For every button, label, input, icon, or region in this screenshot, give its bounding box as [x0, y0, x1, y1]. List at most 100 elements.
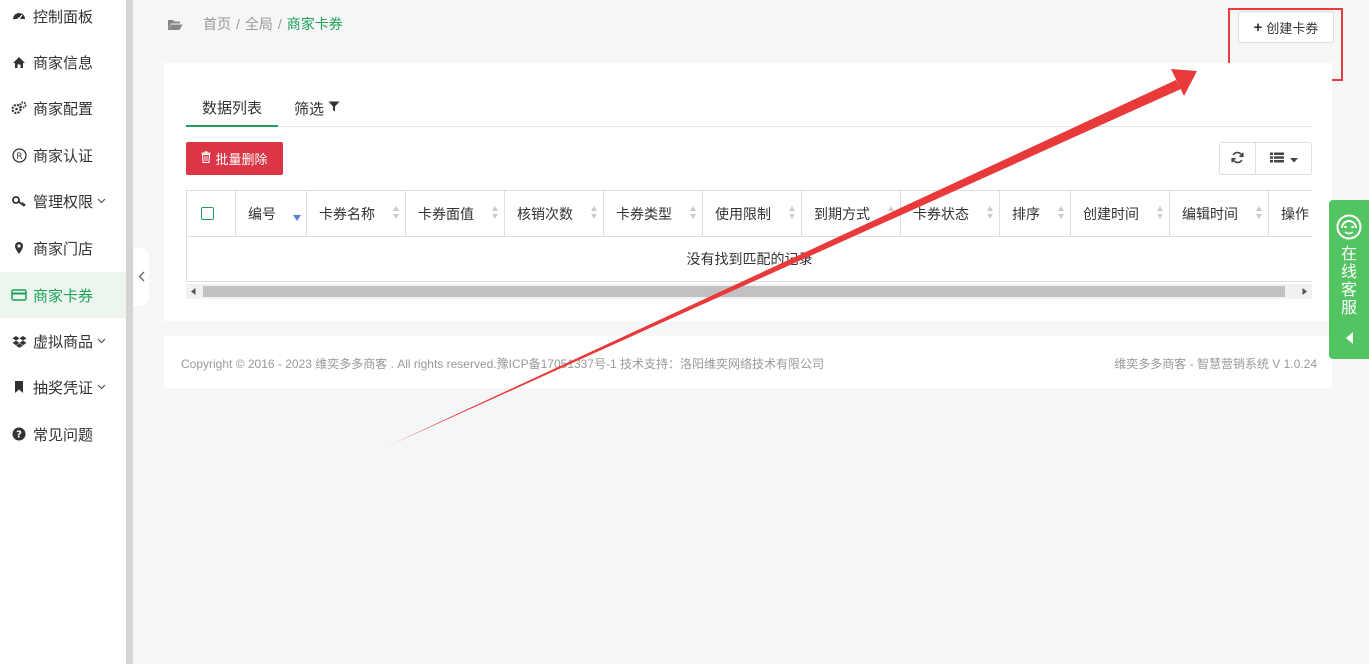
sidebar-item-label: 常见问题	[33, 426, 94, 444]
sort-icon	[591, 206, 598, 220]
column-header-status[interactable]: 卡券状态	[901, 191, 1000, 236]
batch-delete-label: 批量删除	[215, 152, 268, 167]
sidebar-item-lottery[interactable]: 抽奖凭证	[0, 365, 126, 409]
sort-desc-icon	[293, 206, 301, 221]
column-header-id[interactable]: 编号	[236, 191, 307, 236]
chevron-left-icon	[138, 270, 145, 285]
column-label: 编辑时间	[1182, 205, 1238, 222]
select-all-checkbox[interactable]	[201, 207, 214, 220]
collapse-left-icon	[1345, 332, 1353, 344]
batch-delete-button[interactable]: 批量删除	[186, 142, 283, 175]
sidebar-item-label: 商家配置	[33, 100, 94, 118]
sidebar-item-stores[interactable]: 商家门店	[0, 226, 126, 270]
columns-toggle-button[interactable]	[1256, 143, 1311, 174]
key-icon	[11, 193, 27, 209]
sidebar-item-label: 抽奖凭证	[33, 379, 94, 397]
column-header-created-at[interactable]: 创建时间	[1071, 191, 1170, 236]
scroll-left-icon[interactable]	[186, 284, 201, 299]
sidebar-item-coupons[interactable]: 商家卡券	[0, 272, 126, 318]
scroll-right-icon[interactable]	[1297, 284, 1312, 299]
column-header-sort-order[interactable]: 排序	[1000, 191, 1071, 236]
svg-text:?: ?	[16, 430, 22, 441]
sort-icon	[789, 206, 796, 220]
column-label: 卡券状态	[913, 205, 969, 222]
map-marker-icon	[11, 240, 27, 256]
chevron-down-icon	[97, 336, 106, 347]
refresh-icon	[1231, 151, 1244, 167]
breadcrumb: 首页 / 全局 / 商家卡券	[167, 14, 343, 34]
column-header-redeem-count[interactable]: 核销次数	[505, 191, 604, 236]
footer-copyright: Copyright © 2016 - 2023 维奕多多商客 . All rig…	[181, 357, 825, 371]
sidebar-item-label: 商家认证	[33, 147, 94, 165]
column-header-name[interactable]: 卡券名称	[307, 191, 406, 236]
customer-service-label: 在线客服	[1340, 246, 1357, 317]
dashboard-icon	[11, 8, 27, 24]
tab-bar: 数据列表 筛选	[186, 89, 1312, 127]
online-customer-service-button[interactable]: 在线客服	[1329, 200, 1369, 359]
sidebar-item-config[interactable]: 商家配置	[0, 86, 126, 130]
breadcrumb-current: 商家卡券	[286, 16, 343, 32]
sidebar-item-virtual-goods[interactable]: 虚拟商品	[0, 319, 126, 363]
sidebar-item-auth[interactable]: R 商家认证	[0, 133, 126, 177]
filter-icon	[328, 101, 340, 115]
tab-label: 筛选	[294, 100, 325, 118]
breadcrumb-home[interactable]: 首页	[203, 14, 231, 34]
column-label: 使用限制	[715, 205, 771, 222]
sort-icon	[1157, 206, 1164, 220]
sidebar-item-label: 虚拟商品	[33, 333, 94, 351]
column-header-expiry[interactable]: 到期方式	[802, 191, 901, 236]
folder-open-icon	[167, 18, 183, 30]
chevron-down-icon	[97, 196, 106, 207]
refresh-button[interactable]	[1220, 143, 1256, 174]
breadcrumb-separator: /	[236, 16, 240, 32]
registered-icon: R	[11, 147, 27, 163]
sidebar-collapse-button[interactable]	[133, 248, 149, 306]
breadcrumb-global[interactable]: 全局	[245, 14, 273, 34]
column-label: 卡券名称	[319, 205, 375, 222]
column-header-updated-at[interactable]: 编辑时间	[1170, 191, 1269, 236]
table-tools	[1219, 142, 1312, 175]
bookmark-icon	[11, 379, 27, 395]
sidebar-item-permissions[interactable]: 管理权限	[0, 179, 126, 223]
tab-data-list[interactable]: 数据列表	[186, 89, 278, 127]
column-label: 到期方式	[814, 205, 870, 222]
scrollbar-thumb[interactable]	[203, 286, 1285, 297]
sort-icon	[1256, 206, 1263, 220]
question-circle-icon: ?	[11, 426, 27, 442]
svg-text:R: R	[16, 152, 22, 162]
column-header-type[interactable]: 卡券类型	[604, 191, 703, 236]
dropbox-icon	[11, 333, 27, 349]
caret-down-icon	[1289, 152, 1298, 166]
sort-icon	[393, 206, 400, 220]
column-label: 排序	[1012, 205, 1040, 222]
sidebar-item-label: 商家信息	[33, 54, 94, 72]
sort-icon	[987, 206, 994, 220]
breadcrumb-separator: /	[277, 16, 282, 32]
create-coupon-label: 创建卡券	[1266, 20, 1319, 36]
empty-table-message: 没有找到匹配的记录	[186, 237, 1312, 282]
column-header-usage-limit[interactable]: 使用限制	[703, 191, 802, 236]
sidebar-item-label: 控制面板	[33, 8, 94, 26]
tab-filter[interactable]: 筛选	[294, 89, 340, 127]
sidebar-item-dashboard[interactable]: 控制面板	[0, 0, 126, 38]
sidebar-item-faq[interactable]: ? 常见问题	[0, 412, 126, 456]
sort-icon	[690, 206, 697, 220]
sidebar-item-label: 商家门店	[33, 240, 94, 258]
column-header-value[interactable]: 卡券面值	[406, 191, 505, 236]
sidebar-item-info[interactable]: 商家信息	[0, 40, 126, 84]
create-coupon-button[interactable]: + 创建卡券	[1238, 11, 1334, 43]
footer: Copyright © 2016 - 2023 维奕多多商客 . All rig…	[164, 336, 1332, 388]
trash-icon	[201, 151, 211, 166]
sidebar-item-label: 管理权限	[33, 193, 94, 211]
table-horizontal-scrollbar[interactable]	[186, 284, 1312, 299]
column-label: 卡券类型	[616, 205, 672, 222]
sort-icon	[1058, 206, 1065, 220]
select-all-column	[187, 191, 236, 236]
sidebar: 控制面板 商家信息 商家配置 R 商家认证 管理权限 商家门店 商家卡券 虚拟商…	[0, 0, 126, 664]
sort-icon	[492, 206, 499, 220]
home-icon	[11, 54, 27, 70]
tab-label: 数据列表	[201, 99, 262, 117]
sort-icon	[888, 206, 895, 220]
column-header-actions: 操作	[1269, 191, 1312, 236]
credit-card-icon	[11, 287, 27, 303]
